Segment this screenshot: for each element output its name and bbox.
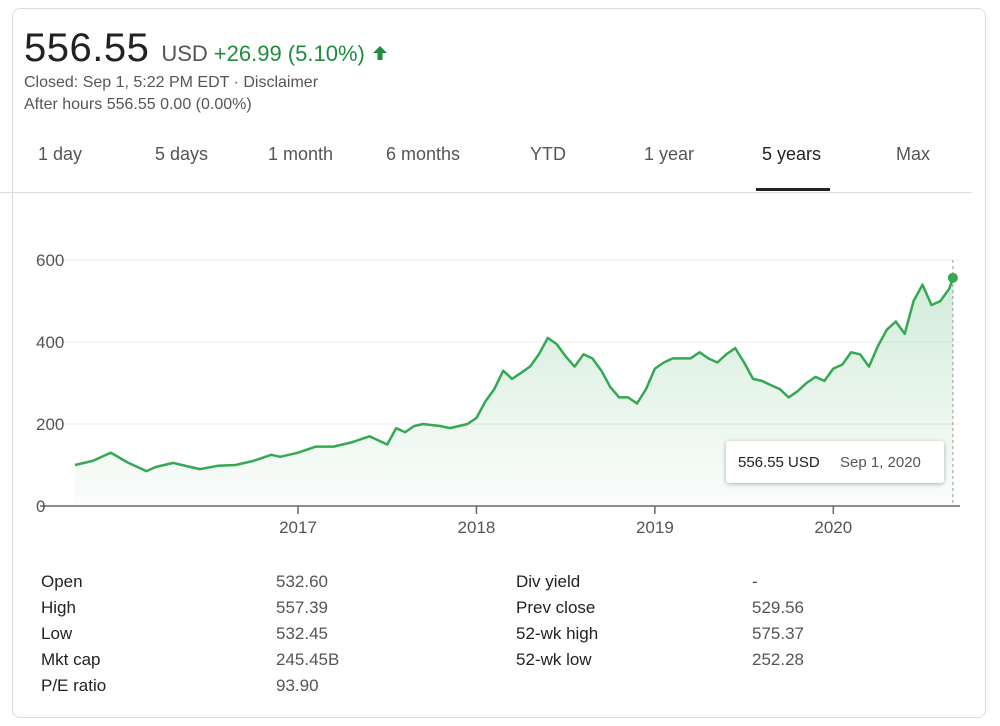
stat-value-open: 532.60 bbox=[276, 572, 328, 591]
stat-value-52wk-low: 252.28 bbox=[752, 650, 804, 669]
stat-label-52wk-high: 52-wk high bbox=[516, 624, 599, 643]
stat-label-high: High bbox=[41, 598, 76, 617]
stat-label-open: Open bbox=[41, 572, 83, 591]
stat-label-div-yield: Div yield bbox=[516, 572, 581, 591]
price-tooltip: 556.55 USD Sep 1, 2020 bbox=[726, 441, 944, 483]
stat-value-mkt-cap: 245.45B bbox=[276, 650, 340, 669]
stat-label-mkt-cap: Mkt cap bbox=[41, 650, 101, 669]
y-tick-label: 400 bbox=[36, 333, 64, 352]
current-price-point bbox=[947, 272, 958, 283]
stat-value-pe-ratio: 93.90 bbox=[276, 676, 319, 695]
y-tick-label: 0 bbox=[36, 497, 45, 516]
stat-value-low: 532.45 bbox=[276, 624, 328, 643]
stat-label-low: Low bbox=[41, 624, 73, 643]
x-tick-label: 2020 bbox=[814, 518, 852, 537]
stat-value-52wk-high: 575.37 bbox=[752, 624, 804, 643]
stat-value-prev-close: 529.56 bbox=[752, 598, 804, 617]
stat-label-prev-close: Prev close bbox=[516, 598, 596, 617]
stat-label-pe-ratio: P/E ratio bbox=[41, 676, 107, 695]
stat-value-high: 557.39 bbox=[276, 598, 328, 617]
stat-value-div-yield: - bbox=[752, 572, 758, 591]
x-tick-label: 2018 bbox=[458, 518, 496, 537]
x-tick-label: 2017 bbox=[279, 518, 317, 537]
stat-label-52wk-low: 52-wk low bbox=[516, 650, 592, 669]
x-tick-label: 2019 bbox=[636, 518, 674, 537]
tooltip-value: 556.55 USD bbox=[738, 454, 820, 471]
y-tick-label: 200 bbox=[36, 415, 64, 434]
y-tick-label: 600 bbox=[36, 251, 64, 270]
tooltip-date: Sep 1, 2020 bbox=[840, 454, 921, 471]
